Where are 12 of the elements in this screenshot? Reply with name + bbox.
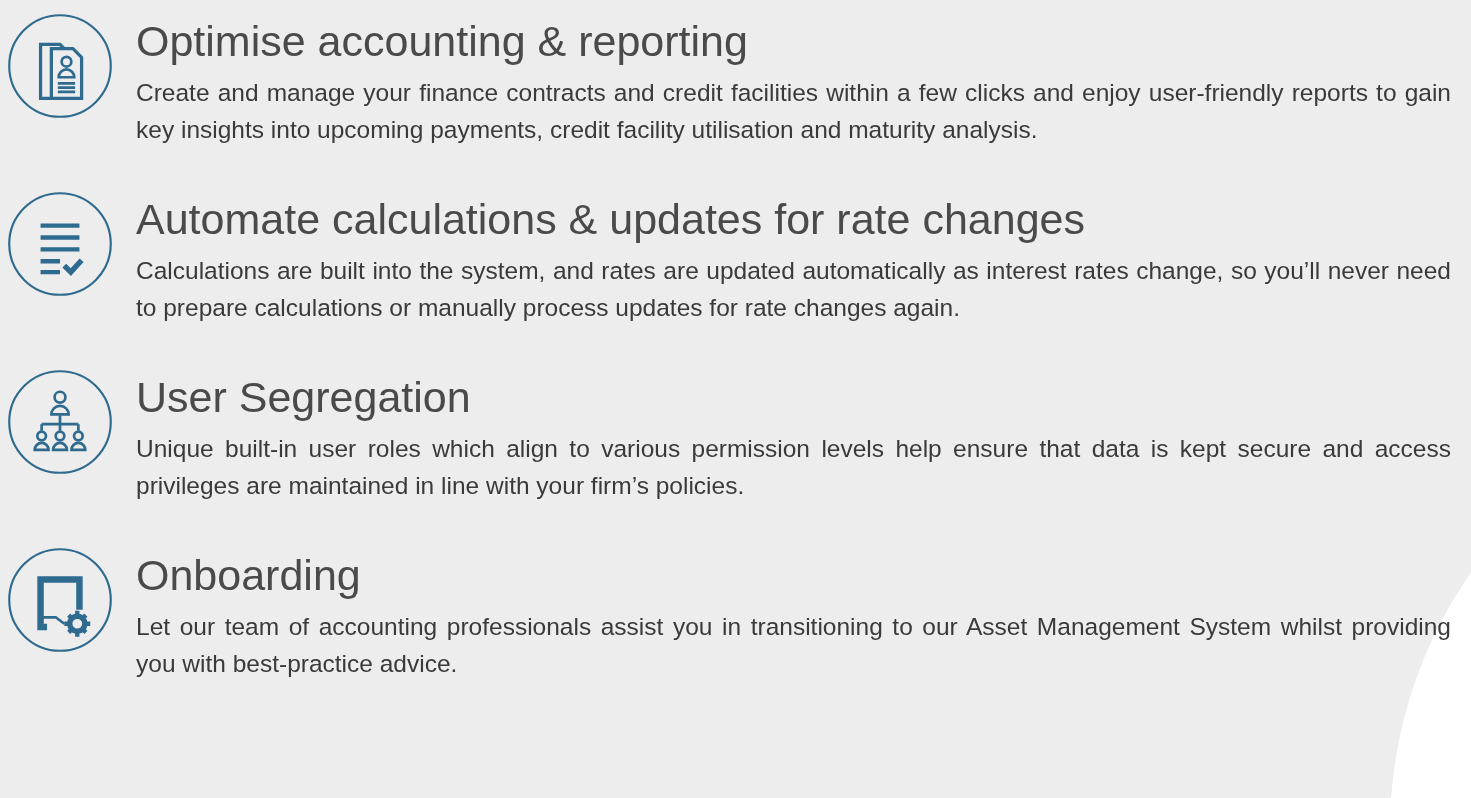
feature-description: Let our team of accounting professionals assist you in transitioning to our Asset Management System whilst providing you with best-practice advice. [136,612,1451,679]
feature-title: Automate calculations & updates for rate changes [136,194,1086,245]
feature-description: Create and manage your finance contracts and credit facilities within a few clicks and enjoy user-friendly reports to gain key insights into upcoming payments, credit facility utilisation and maturity analysis. [136,78,1451,145]
org-chart-drawing [33,390,87,452]
feature-title: Optimise accounting & reporting [136,16,749,67]
screen-gear-drawing [37,576,93,639]
feature-description: Calculations are built into the system, and rates are updated automatically as interest rates change, so you’ll never need to prepare calculations or manually process updates for rate changes again. [136,256,1451,323]
checklist-drawing [38,223,84,276]
feature-title: User Segregation [136,372,472,423]
feature-title: Onboarding [136,550,362,601]
documents-drawing [38,42,84,101]
feature-description: Unique built-in user roles which align to various permission levels help ensure that data is kept secure and access privileges are maintained in line with your firm’s policies. [136,434,1451,501]
